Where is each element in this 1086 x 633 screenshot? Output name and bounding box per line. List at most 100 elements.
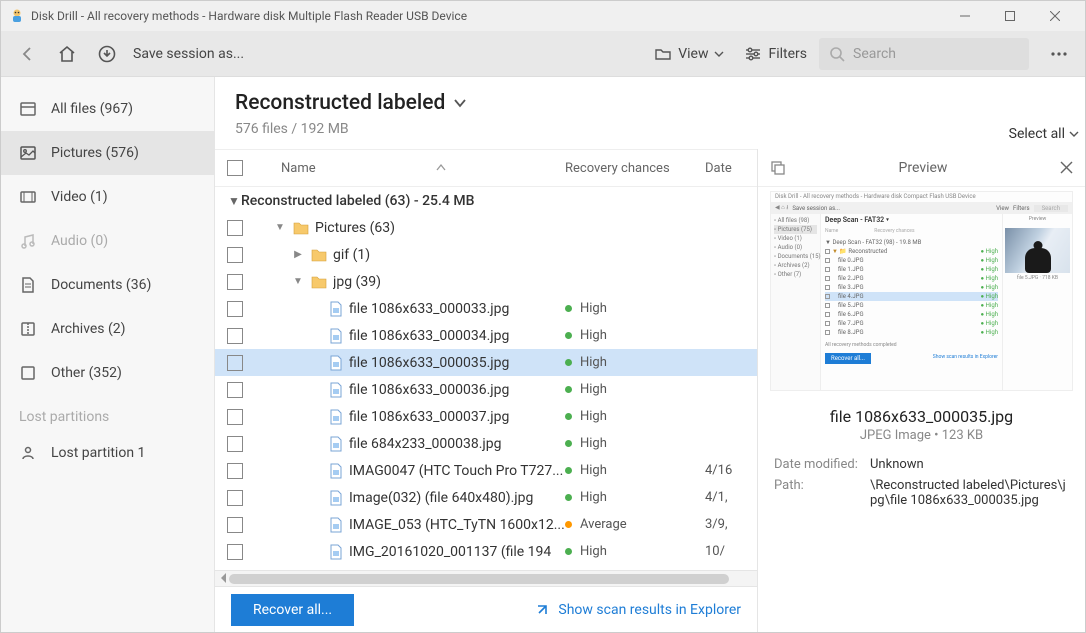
toolbar: Save session as... View Filters Search xyxy=(1,31,1085,77)
file-name: Image(032) (file 640x480).jpg xyxy=(349,490,533,506)
sidebar-item-archives[interactable]: Archives (2) xyxy=(1,307,214,351)
row-checkbox[interactable] xyxy=(227,436,243,452)
content-area: Reconstructed labeled 576 files / 192 MB… xyxy=(215,77,1085,632)
sidebar-item-other[interactable]: Other (352) xyxy=(1,351,214,395)
preview-title: Preview xyxy=(786,160,1060,176)
save-session-button[interactable] xyxy=(89,36,125,72)
sidebar-item-lostpartition1[interactable]: Lost partition 1 xyxy=(1,431,214,475)
recovery-dot-icon xyxy=(565,521,572,528)
file-name: IMAG0047 (HTC Touch Pro T727... xyxy=(349,463,563,479)
expand-icon[interactable]: ▶ xyxy=(291,249,305,260)
filters-button[interactable]: Filters xyxy=(736,45,815,63)
file-row[interactable]: IMAG0047 (HTC Touch Pro T727... High 4/1… xyxy=(215,457,757,484)
file-name: IMAGE_053 (HTC_TyTN 1600x12... xyxy=(349,517,565,533)
sidebar-item-documents[interactable]: Documents (36) xyxy=(1,263,214,307)
col-name[interactable]: Name xyxy=(281,161,316,176)
chevron-down-icon xyxy=(714,49,724,59)
view-dropdown[interactable]: View xyxy=(646,45,732,63)
sidebar-item-label: Lost partition 1 xyxy=(51,445,145,461)
horizontal-scrollbar[interactable] xyxy=(215,570,757,586)
file-name: IMG_20161020_001137 (file 194 xyxy=(349,544,551,560)
file-row[interactable]: file 684x233_000038.jpg High xyxy=(215,430,757,457)
mini-search: Search xyxy=(1034,205,1068,212)
recovery-dot-icon xyxy=(565,332,572,339)
breadcrumb-subtitle: 576 files / 192 MB xyxy=(215,119,369,149)
folder-label: jpg (39) xyxy=(333,274,381,290)
show-in-explorer-link[interactable]: Show scan results in Explorer xyxy=(534,602,741,618)
file-row[interactable]: file 1086x633_000034.jpg High xyxy=(215,322,757,349)
group-row[interactable]: ▼ Reconstructed labeled (63) - 25.4 MB xyxy=(215,187,757,214)
sidebar-item-label: Other (352) xyxy=(51,365,122,381)
file-row[interactable]: file 1086x633_000035.jpg High xyxy=(215,349,757,376)
row-checkbox[interactable] xyxy=(227,220,243,236)
mini-titlebar: Disk Drill - All recovery methods - Hard… xyxy=(771,192,1072,202)
folder-row-pictures[interactable]: ▼ Pictures (63) xyxy=(215,214,757,241)
file-row[interactable]: IMG_20161020_001137 (file 194 High 10/ xyxy=(215,538,757,565)
row-checkbox[interactable] xyxy=(227,355,243,371)
save-session-label[interactable]: Save session as... xyxy=(133,46,244,62)
home-button[interactable] xyxy=(49,36,85,72)
close-preview-button[interactable] xyxy=(1060,161,1073,174)
row-checkbox[interactable] xyxy=(227,274,243,290)
mini-recover-btn: Recover all... xyxy=(825,353,871,364)
close-button[interactable] xyxy=(1032,1,1077,31)
col-date[interactable]: Date xyxy=(705,161,745,176)
folder-row-gif[interactable]: ▶ gif (1) xyxy=(215,241,757,268)
col-recovery[interactable]: Recovery chances xyxy=(565,161,705,176)
collapse-icon[interactable]: ▼ xyxy=(227,194,241,208)
row-checkbox[interactable] xyxy=(227,463,243,479)
copy-icon[interactable] xyxy=(770,160,786,176)
row-checkbox[interactable] xyxy=(227,544,243,560)
row-checkbox[interactable] xyxy=(227,382,243,398)
mini-sidebar: ▫ All files (98)▫ Pictures (75)▫ Video (… xyxy=(771,214,821,390)
breadcrumb-title[interactable]: Reconstructed labeled xyxy=(235,91,467,115)
other-icon xyxy=(19,364,37,382)
view-label: View xyxy=(678,46,708,62)
sidebar-item-audio[interactable]: Audio (0) xyxy=(1,219,214,263)
file-row[interactable]: file 1086x633_000037.jpg High xyxy=(215,403,757,430)
row-checkbox[interactable] xyxy=(227,328,243,344)
folder-label: Pictures (63) xyxy=(315,220,395,236)
more-button[interactable] xyxy=(1041,36,1077,72)
file-row[interactable]: file 1086x633_000036.jpg High xyxy=(215,376,757,403)
sidebar: All files (967) Pictures (576) Video (1)… xyxy=(1,77,215,632)
lost-partitions-header: Lost partitions xyxy=(1,395,214,431)
sidebar-item-allfiles[interactable]: All files (967) xyxy=(1,87,214,131)
sidebar-item-pictures[interactable]: Pictures (576) xyxy=(1,131,214,175)
file-name: file 1086x633_000034.jpg xyxy=(349,328,509,344)
sidebar-item-video[interactable]: Video (1) xyxy=(1,175,214,219)
file-row[interactable]: Image(032) (file 640x480).jpg High 4/1, xyxy=(215,484,757,511)
file-row[interactable]: file 1086x633_000033.jpg High xyxy=(215,295,757,322)
minimize-button[interactable] xyxy=(942,1,987,31)
recovery-dot-icon xyxy=(565,548,572,555)
file-name: file 1086x633_000035.jpg xyxy=(349,355,509,371)
meta-date-key: Date modified: xyxy=(774,457,870,472)
mini-view: View xyxy=(996,205,1009,212)
file-date: 4/1, xyxy=(705,490,745,505)
row-checkbox[interactable] xyxy=(227,517,243,533)
file-name: file 1086x633_000037.jpg xyxy=(349,409,509,425)
sort-indicator-icon xyxy=(436,163,446,173)
row-checkbox[interactable] xyxy=(227,247,243,263)
archives-icon xyxy=(19,320,37,338)
mini-save: Save session as... xyxy=(792,205,840,212)
folder-row-jpg[interactable]: ▼ jpg (39) xyxy=(215,268,757,295)
select-all-dropdown[interactable]: Select all xyxy=(1009,126,1085,142)
maximize-button[interactable] xyxy=(987,1,1032,31)
file-row[interactable]: IMAGE_053 (HTC_TyTN 1600x12... Average 3… xyxy=(215,511,757,538)
select-all-checkbox[interactable] xyxy=(227,160,243,176)
collapse-icon[interactable]: ▼ xyxy=(291,276,305,287)
folder-icon xyxy=(311,248,327,262)
search-input[interactable]: Search xyxy=(819,38,1029,70)
file-date: 3/9, xyxy=(705,517,745,532)
folder-label: gif (1) xyxy=(333,247,370,263)
collapse-icon[interactable]: ▼ xyxy=(273,222,287,233)
recover-all-button[interactable]: Recover all... xyxy=(231,594,354,626)
back-button[interactable] xyxy=(9,36,45,72)
row-checkbox[interactable] xyxy=(227,490,243,506)
documents-icon xyxy=(19,276,37,294)
mini-right-title: Preview xyxy=(1005,216,1070,222)
row-checkbox[interactable] xyxy=(227,409,243,425)
mini-photo xyxy=(1005,228,1070,273)
row-checkbox[interactable] xyxy=(227,301,243,317)
